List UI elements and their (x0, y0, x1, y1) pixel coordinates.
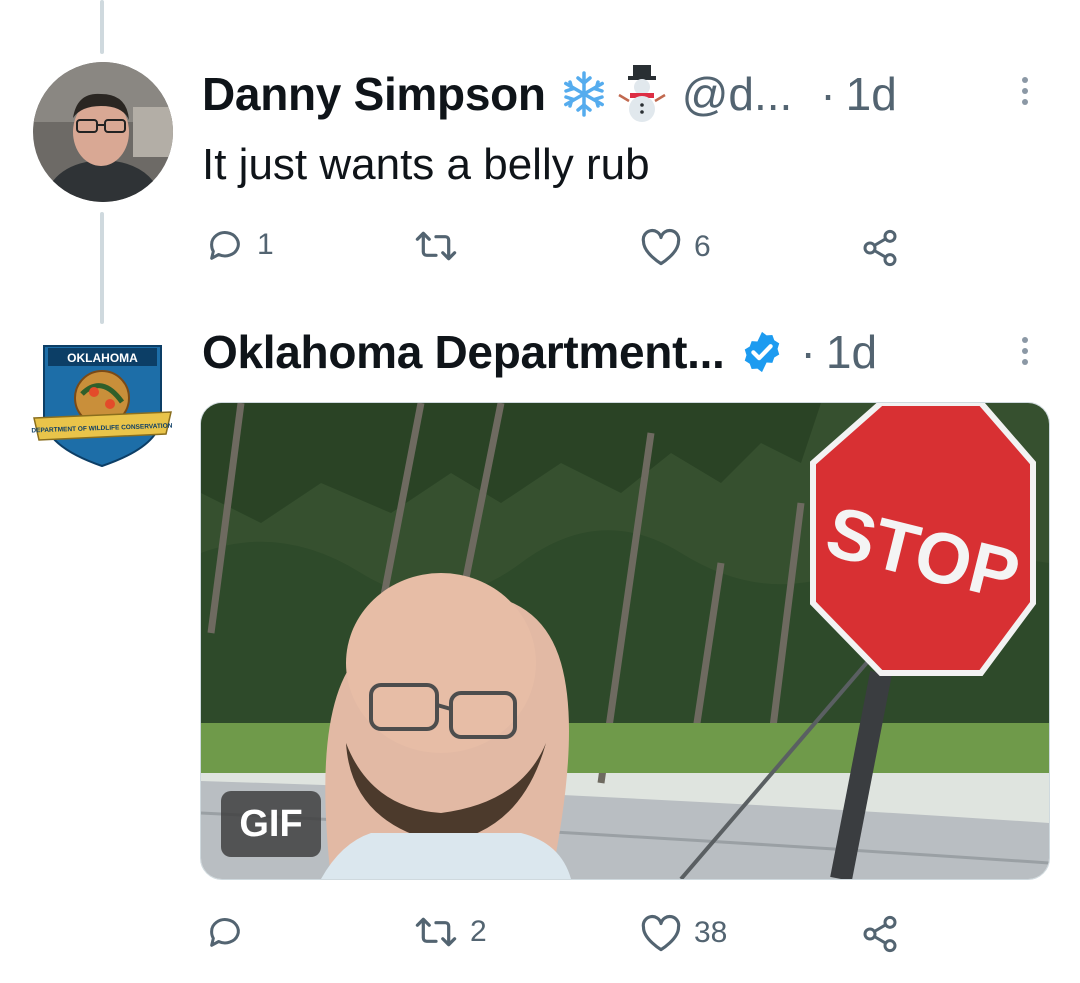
author-handle[interactable]: @d... (682, 67, 793, 121)
avatar[interactable] (33, 62, 173, 202)
separator-dot: · (820, 68, 836, 120)
snowman-icon (618, 65, 666, 123)
reply-button[interactable]: 1 (205, 225, 274, 265)
share-button[interactable] (860, 228, 900, 268)
more-options-icon[interactable] (1022, 337, 1030, 370)
tweet-time[interactable]: 1d (826, 325, 877, 379)
share-icon (863, 915, 897, 953)
retweet-icon (415, 917, 457, 947)
heart-icon (641, 228, 681, 266)
logo-top-text: OKLAHOMA (67, 351, 138, 365)
author-name[interactable]: Danny Simpson (202, 67, 546, 121)
user-photo (33, 62, 173, 202)
org-logo-avatar[interactable]: OKLAHOMA DEPARTMENT OF WILDLIFE CONSERVA… (30, 334, 175, 474)
retweet-button[interactable] (414, 228, 470, 264)
reply-count: 1 (257, 228, 274, 261)
retweet-icon (415, 231, 457, 261)
gif-media[interactable]: STOP GIF (200, 402, 1050, 880)
verified-badge-icon (739, 329, 785, 375)
like-button[interactable]: 38 (640, 913, 727, 953)
tweet-text: It just wants a belly rub (202, 140, 650, 189)
like-count: 6 (694, 230, 711, 263)
snowflake-icon (560, 70, 608, 118)
share-button[interactable] (860, 914, 900, 954)
tweet-time[interactable]: 1d (846, 67, 897, 121)
tweet-header: Oklahoma Department... · 1d (202, 324, 877, 380)
reply-icon (210, 918, 240, 947)
gif-image: STOP (201, 403, 1049, 879)
reply-icon (210, 231, 240, 260)
thread-line-top (100, 0, 104, 54)
share-icon (863, 229, 897, 267)
like-count: 38 (694, 916, 728, 949)
separator-dot: · (800, 326, 816, 378)
more-options-icon[interactable] (1022, 77, 1030, 110)
author-name[interactable]: Oklahoma Department... (202, 325, 725, 379)
gif-badge: GIF (221, 791, 321, 857)
tweet-header: Danny Simpson @d... · 1d (202, 65, 897, 123)
reply-button[interactable] (205, 912, 257, 952)
retweet-button[interactable]: 2 (414, 914, 487, 950)
like-button[interactable]: 6 (640, 227, 711, 267)
retweet-count: 2 (470, 915, 487, 948)
heart-icon (641, 914, 681, 952)
thread-line-bottom (100, 212, 104, 324)
oklahoma-seal-icon: OKLAHOMA DEPARTMENT OF WILDLIFE CONSERVA… (31, 345, 173, 468)
